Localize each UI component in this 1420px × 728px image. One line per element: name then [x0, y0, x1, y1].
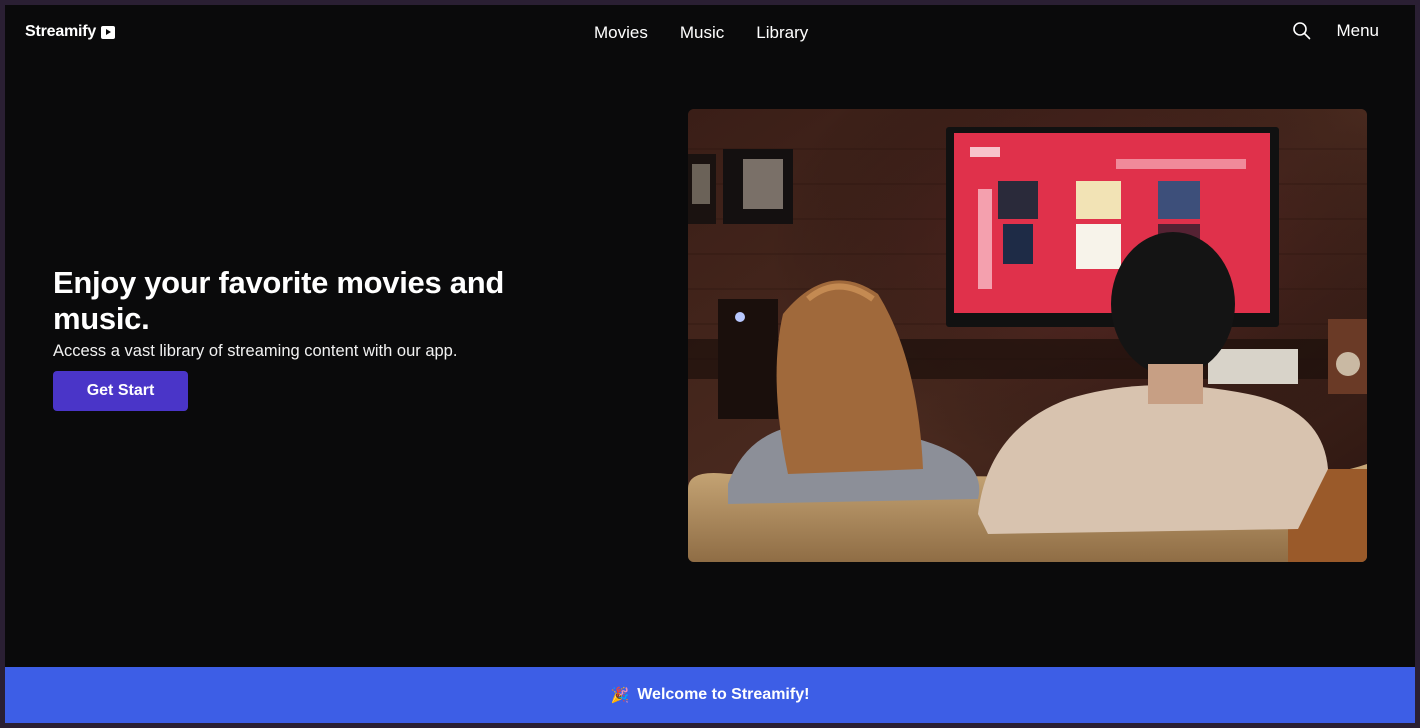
get-start-button[interactable]: Get Start: [53, 371, 188, 411]
header: Streamify Movies Music Library Menu: [5, 5, 1415, 61]
header-actions: Menu: [1292, 21, 1379, 41]
hero-subtitle: Access a vast library of streaming conte…: [53, 342, 458, 360]
play-icon: [101, 25, 116, 39]
welcome-banner: 🎉 Welcome to Streamify!: [5, 667, 1415, 723]
nav-library[interactable]: Library: [756, 23, 808, 43]
brand-logo[interactable]: Streamify: [25, 23, 116, 41]
welcome-text: Welcome to Streamify!: [637, 686, 810, 703]
nav-music[interactable]: Music: [680, 23, 724, 43]
brand-name: Streamify: [25, 23, 97, 40]
search-icon[interactable]: [1292, 21, 1312, 41]
menu-button[interactable]: Menu: [1336, 21, 1379, 41]
party-popper-icon: 🎉: [610, 687, 630, 704]
nav-movies[interactable]: Movies: [594, 23, 648, 43]
hero-image: [688, 109, 1367, 562]
hero-title: Enjoy your favorite movies and music.: [53, 265, 504, 336]
hero-section: Enjoy your favorite movies and music. Ac…: [53, 265, 573, 411]
main-nav: Movies Music Library: [594, 23, 808, 43]
app-frame: Streamify Movies Music Library Menu Enjo…: [5, 5, 1415, 723]
